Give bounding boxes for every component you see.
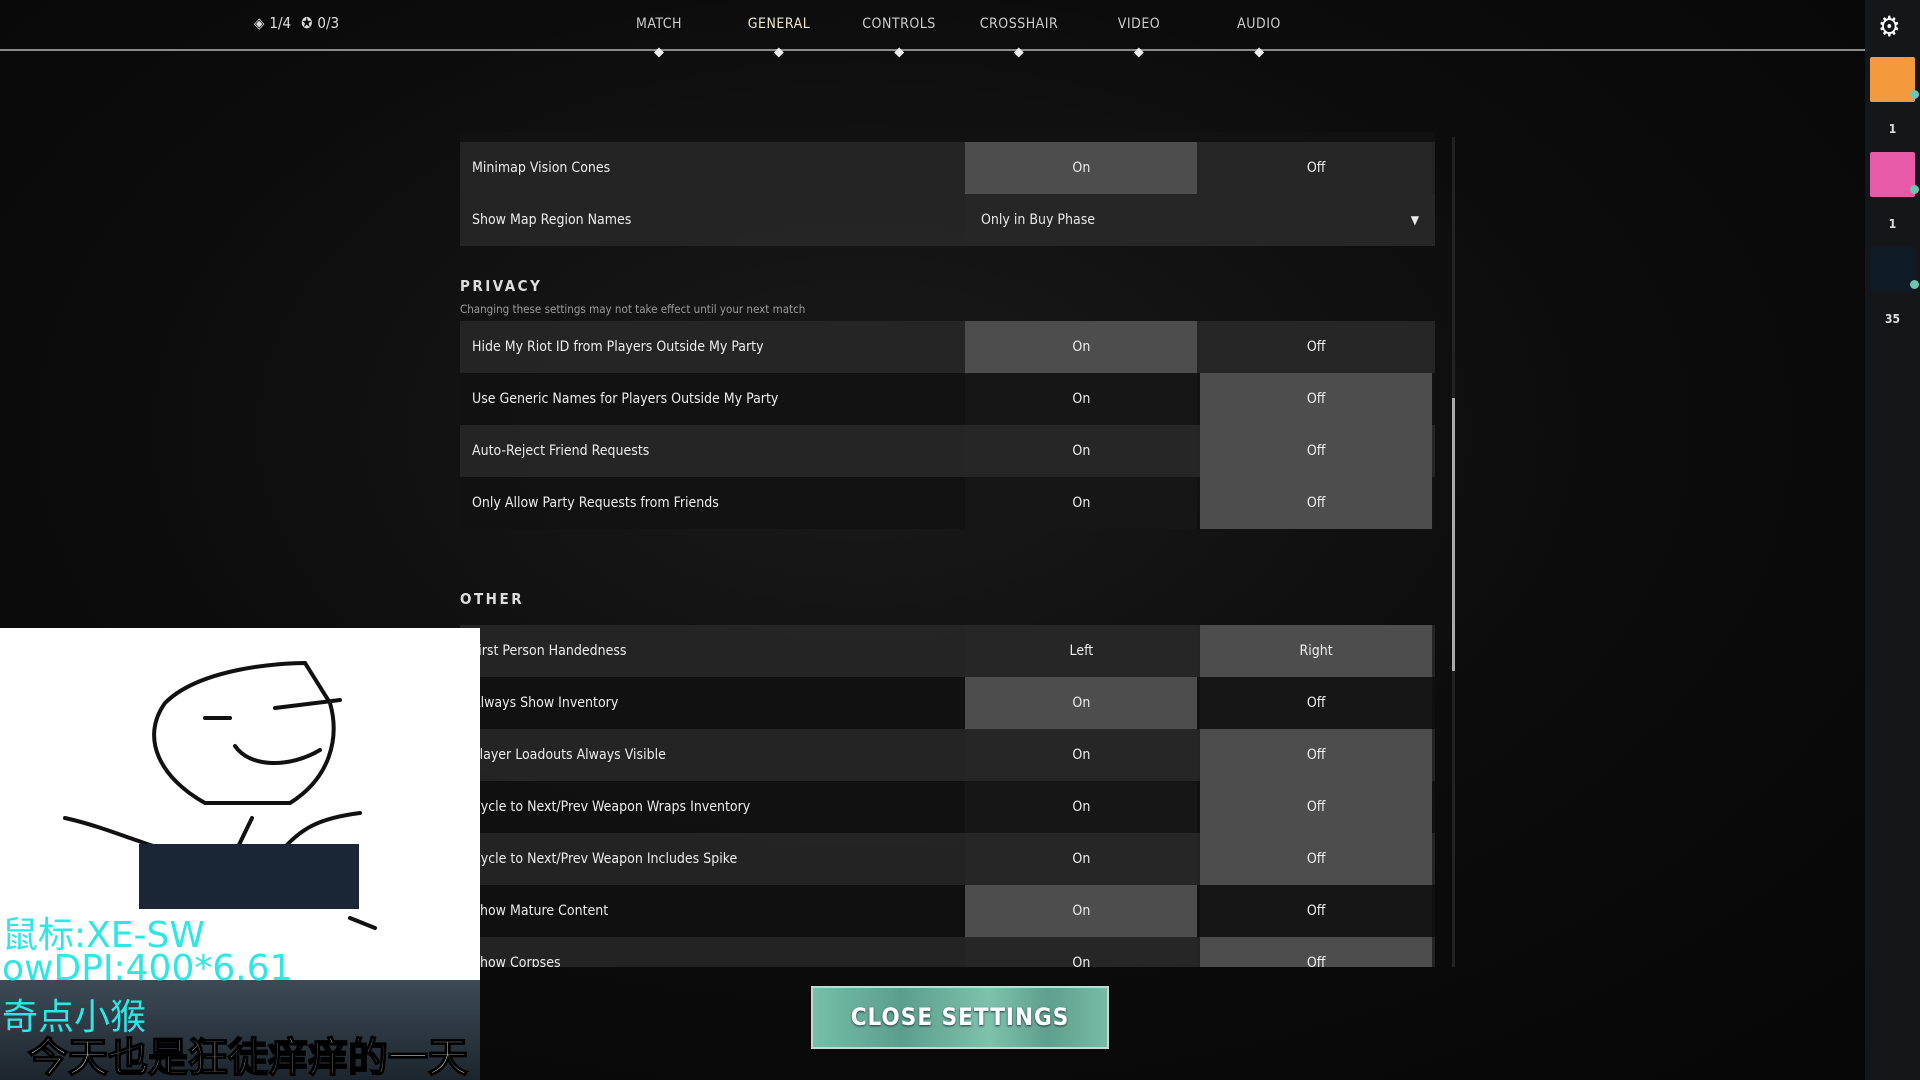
option-on[interactable]: On	[965, 833, 1198, 885]
option-off[interactable]: Off	[1200, 477, 1433, 529]
star-circle-icon: ✪	[301, 14, 313, 32]
online-status-dot	[1910, 185, 1919, 194]
tab-label: VIDEO	[1117, 16, 1161, 32]
option-on[interactable]: On	[965, 142, 1198, 194]
option-off[interactable]: Off	[1200, 885, 1433, 937]
setting-row: Always Show Inventory On Off	[460, 677, 1435, 729]
section-title-privacy: PRIVACY	[460, 277, 543, 295]
option-right[interactable]: Right	[1200, 625, 1433, 677]
setting-row: Show Mature Content On Off	[460, 885, 1435, 937]
friend-avatar[interactable]	[1870, 247, 1919, 292]
tab-audio[interactable]: AUDIO	[1237, 16, 1281, 58]
setting-row: Minimap Vision Cones On Off	[460, 142, 1435, 194]
overlay-dpi-text: owDPI:400*6.61	[2, 948, 293, 989]
counter-2: ✪ 0/3	[301, 14, 340, 32]
option-on[interactable]: On	[965, 729, 1198, 781]
setting-row: Hide My Riot ID from Players Outside My …	[460, 321, 1435, 373]
option-on[interactable]: On	[965, 781, 1198, 833]
setting-row: Cycle to Next/Prev Weapon Includes Spike…	[460, 833, 1435, 885]
option-on[interactable]: On	[965, 937, 1198, 967]
setting-row: Show Map Region Names Only in Buy Phase ▼	[460, 194, 1435, 246]
rifle-image	[139, 844, 359, 909]
partial-row	[460, 132, 1435, 142]
setting-label: Show Map Region Names	[472, 212, 632, 228]
setting-row: First Person Handedness Left Right	[460, 625, 1435, 677]
setting-label: First Person Handedness	[472, 643, 627, 659]
setting-label: Minimap Vision Cones	[472, 160, 611, 176]
setting-row: Player Loadouts Always Visible On Off	[460, 729, 1435, 781]
setting-label: Cycle to Next/Prev Weapon Includes Spike	[472, 851, 738, 867]
option-off[interactable]: Off	[1200, 677, 1433, 729]
setting-label: Use Generic Names for Players Outside My…	[472, 391, 779, 407]
overlay-subtitle: 今天也是狂徒痒痒的一天	[27, 1034, 469, 1080]
tab-label: AUDIO	[1237, 16, 1281, 32]
setting-label: Show Mature Content	[472, 903, 609, 919]
option-left[interactable]: Left	[965, 625, 1198, 677]
setting-row: Use Generic Names for Players Outside My…	[460, 373, 1435, 425]
friend-avatar[interactable]	[1870, 57, 1919, 102]
option-on[interactable]: On	[965, 425, 1198, 477]
gear-icon[interactable]: ⚙	[1878, 10, 1901, 43]
friend-avatar[interactable]	[1870, 152, 1919, 197]
option-off[interactable]: Off	[1200, 373, 1433, 425]
option-off[interactable]: Off	[1200, 729, 1433, 781]
diamond-icon: ◈	[254, 14, 265, 32]
option-off[interactable]: Off	[1200, 321, 1433, 373]
setting-row: Only Allow Party Requests from Friends On…	[460, 477, 1435, 529]
setting-dropdown[interactable]: Only in Buy Phase ▼	[966, 194, 1435, 246]
setting-label: Show Corpses	[472, 955, 561, 967]
online-status-dot	[1910, 280, 1919, 289]
tab-match[interactable]: MATCH	[635, 16, 683, 58]
setting-row: Cycle to Next/Prev Weapon Wraps Inventor…	[460, 781, 1435, 833]
section-title-other: OTHER	[460, 590, 525, 608]
setting-label: Hide My Riot ID from Players Outside My …	[472, 339, 764, 355]
option-off[interactable]: Off	[1200, 833, 1433, 885]
tab-label: CONTROLS	[862, 16, 936, 32]
setting-row: Auto-Reject Friend Requests On Off	[460, 425, 1435, 477]
setting-row: Show Corpses On Off	[460, 937, 1435, 967]
setting-label: Only Allow Party Requests from Friends	[472, 495, 719, 511]
setting-label: Always Show Inventory	[472, 695, 619, 711]
option-off[interactable]: Off	[1200, 425, 1433, 477]
section-subtitle-privacy: Changing these settings may not take eff…	[460, 302, 806, 316]
tab-label: CROSSHAIR	[979, 16, 1059, 32]
friend-count: 35	[1884, 312, 1901, 326]
setting-label: Auto-Reject Friend Requests	[472, 443, 650, 459]
tab-label: GENERAL	[747, 16, 811, 32]
friend-count: 1	[1888, 217, 1897, 231]
scrollbar-thumb[interactable]	[1452, 398, 1455, 671]
setting-label: Player Loadouts Always Visible	[472, 747, 666, 763]
scrollbar[interactable]	[1452, 137, 1455, 967]
setting-label: Cycle to Next/Prev Weapon Wraps Inventor…	[472, 799, 751, 815]
option-on[interactable]: On	[965, 677, 1198, 729]
counters: ◈ 1/4 ✪ 0/3	[254, 14, 339, 32]
option-on[interactable]: On	[965, 373, 1198, 425]
close-settings-button[interactable]: CLOSE SETTINGS	[811, 986, 1109, 1049]
counter-1: ◈ 1/4	[254, 14, 292, 32]
option-on[interactable]: On	[965, 321, 1198, 373]
settings-panel[interactable]: Minimap Vision Cones On Off Show Map Region…	[460, 132, 1435, 967]
tab-general[interactable]: GENERAL	[747, 16, 811, 58]
tab-video[interactable]: VIDEO	[1117, 16, 1161, 58]
tab-label: MATCH	[635, 16, 683, 32]
online-status-dot	[1910, 90, 1919, 99]
tab-controls[interactable]: CONTROLS	[862, 16, 936, 58]
option-off[interactable]: Off	[1200, 781, 1433, 833]
option-off[interactable]: Off	[1200, 937, 1433, 967]
streamer-overlay: 鼠标:XE-SW owDPI:400*6.61 奇点小猴 今天也是狂徒痒痒的一天	[0, 628, 480, 1080]
option-on[interactable]: On	[965, 477, 1198, 529]
friend-count: 1	[1888, 122, 1897, 136]
option-on[interactable]: On	[965, 885, 1198, 937]
dropdown-arrow-icon: ▼	[1410, 213, 1419, 227]
dropdown-value: Only in Buy Phase	[981, 212, 1096, 228]
tab-crosshair[interactable]: CROSSHAIR	[979, 16, 1059, 58]
option-off[interactable]: Off	[1200, 142, 1433, 194]
